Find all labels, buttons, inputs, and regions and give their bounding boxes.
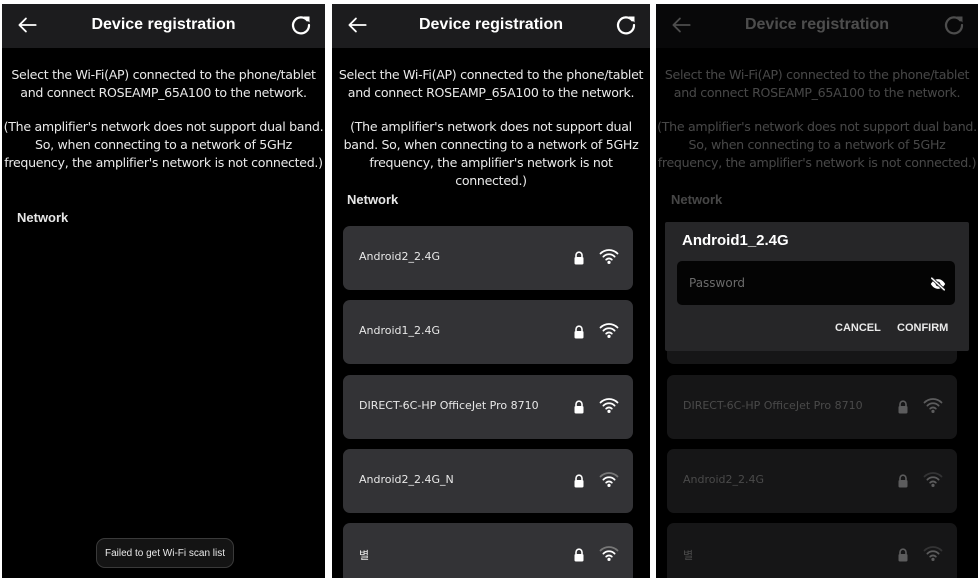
lock-icon [573, 547, 585, 561]
network-ssid: Android2_2.4G [683, 473, 765, 486]
wifi-icon [923, 396, 943, 414]
lock-icon [573, 324, 585, 338]
dual-band-note: (The amplifier's network does not suppor… [657, 119, 977, 170]
instruction-text: Select the Wi-Fi(AP) connected to the ph… [664, 67, 970, 100]
back-arrow-icon[interactable] [14, 12, 40, 38]
network-item[interactable]: Android2_2.4G_N [343, 449, 633, 513]
wifi-icon [599, 247, 619, 265]
password-dialog: Android1_2.4G CANCEL CONFIRM [665, 222, 969, 351]
instructions: Select the Wi-Fi(AP) connected to the ph… [656, 66, 978, 172]
refresh-icon[interactable] [614, 13, 638, 37]
instruction-text: Select the Wi-Fi(AP) connected to the ph… [338, 67, 644, 100]
instructions: Select the Wi-Fi(AP) connected to the ph… [332, 66, 650, 190]
network-item: Android2_2.4G [667, 449, 957, 513]
page-title: Device registration [418, 16, 564, 33]
screen-scan-failed: Device registration Select the Wi-Fi(AP)… [2, 4, 325, 578]
network-item: 별 [667, 523, 957, 578]
lock-icon [897, 399, 909, 413]
refresh-icon [942, 13, 966, 37]
confirm-button[interactable]: CONFIRM [897, 322, 948, 334]
network-item[interactable]: Android1_2.4G [343, 300, 633, 364]
network-ssid: DIRECT-6C-HP OfficeJet Pro 8710 [683, 399, 863, 412]
visibility-off-icon[interactable] [929, 276, 947, 292]
app-bar: Device registration [2, 4, 325, 48]
lock-icon [573, 473, 585, 487]
screen-network-list: Device registration Select the Wi-Fi(AP)… [332, 4, 650, 578]
network-section-label: Network [347, 192, 399, 207]
network-ssid: DIRECT-6C-HP OfficeJet Pro 8710 [359, 399, 539, 412]
app-bar: Device registration [332, 4, 650, 48]
network-ssid: 별 [683, 549, 694, 562]
wifi-icon [923, 470, 943, 488]
network-section-label: Network [17, 210, 69, 225]
network-ssid: Android1_2.4G [359, 324, 441, 337]
network-ssid: Android2_2.4G_N [359, 473, 454, 486]
screen-password-dialog: Device registration Select the Wi-Fi(AP)… [656, 4, 978, 578]
back-arrow-icon [668, 12, 694, 38]
wifi-icon [599, 544, 619, 562]
page-title: Device registration [744, 16, 890, 33]
dual-band-note: (The amplifier's network does not suppor… [3, 119, 324, 170]
network-item[interactable]: DIRECT-6C-HP OfficeJet Pro 8710 [343, 375, 633, 439]
lock-icon [573, 399, 585, 413]
network-item[interactable]: Android2_2.4G [343, 226, 633, 290]
network-section-label: Network [671, 192, 723, 207]
page-title: Device registration [91, 16, 236, 33]
network-ssid: Android2_2.4G [359, 250, 441, 263]
wifi-icon [599, 470, 619, 488]
network-ssid: 별 [359, 549, 370, 562]
instruction-text: Select the Wi-Fi(AP) connected to the ph… [11, 67, 316, 100]
lock-icon [897, 547, 909, 561]
scan-failed-toast: Failed to get Wi-Fi scan list [96, 538, 234, 568]
wifi-icon [599, 321, 619, 339]
password-input[interactable] [677, 261, 955, 305]
wifi-icon [923, 544, 943, 562]
instructions: Select the Wi-Fi(AP) connected to the ph… [2, 66, 325, 172]
app-bar: Device registration [656, 4, 978, 48]
cancel-button[interactable]: CANCEL [835, 322, 881, 334]
wifi-icon [599, 396, 619, 414]
network-item: DIRECT-6C-HP OfficeJet Pro 8710 [667, 375, 957, 439]
dialog-title: Android1_2.4G [682, 232, 789, 249]
lock-icon [897, 473, 909, 487]
network-item[interactable]: 별 [343, 523, 633, 578]
back-arrow-icon[interactable] [344, 12, 370, 38]
dual-band-note: (The amplifier's network does not suppor… [343, 119, 639, 188]
lock-icon [573, 250, 585, 264]
refresh-icon[interactable] [289, 13, 313, 37]
